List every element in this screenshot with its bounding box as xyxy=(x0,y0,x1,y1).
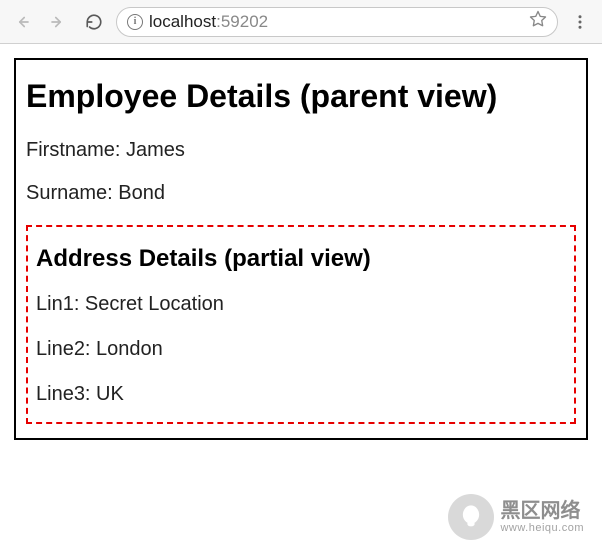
site-info-icon[interactable]: i xyxy=(127,14,143,30)
kebab-menu-icon xyxy=(571,13,589,31)
partial-title: Address Details (partial view) xyxy=(36,245,566,273)
url-port: :59202 xyxy=(216,12,268,31)
watermark-cn: 黑区网络 xyxy=(500,500,584,522)
page-content: Employee Details (parent view) Firstname… xyxy=(0,44,602,558)
parent-title: Employee Details (parent view) xyxy=(26,78,576,115)
reload-button[interactable] xyxy=(80,8,108,36)
bookmark-star-icon[interactable] xyxy=(529,10,547,33)
url-text: localhost:59202 xyxy=(149,12,523,32)
firstname-line: Firstname: James xyxy=(26,139,576,162)
partial-view-box: Address Details (partial view) Lin1: Sec… xyxy=(26,225,576,424)
back-button[interactable] xyxy=(8,8,36,36)
browser-toolbar: i localhost:59202 xyxy=(0,0,602,44)
address-line1: Lin1: Secret Location xyxy=(36,293,566,316)
url-host: localhost xyxy=(149,12,216,31)
watermark: 黑区网络 www.heiqu.com xyxy=(448,494,584,540)
surname-line: Surname: Bond xyxy=(26,182,576,205)
forward-button[interactable] xyxy=(44,8,72,36)
watermark-text: 黑区网络 www.heiqu.com xyxy=(500,500,584,534)
reload-icon xyxy=(85,13,103,31)
menu-button[interactable] xyxy=(566,8,594,36)
arrow-left-icon xyxy=(13,13,31,31)
address-line3: Line3: UK xyxy=(36,383,566,406)
watermark-logo-icon xyxy=(448,494,494,540)
watermark-url: www.heiqu.com xyxy=(500,522,584,534)
address-bar[interactable]: i localhost:59202 xyxy=(116,7,558,37)
address-line2: Line2: London xyxy=(36,338,566,361)
arrow-right-icon xyxy=(49,13,67,31)
parent-view-box: Employee Details (parent view) Firstname… xyxy=(14,58,588,440)
